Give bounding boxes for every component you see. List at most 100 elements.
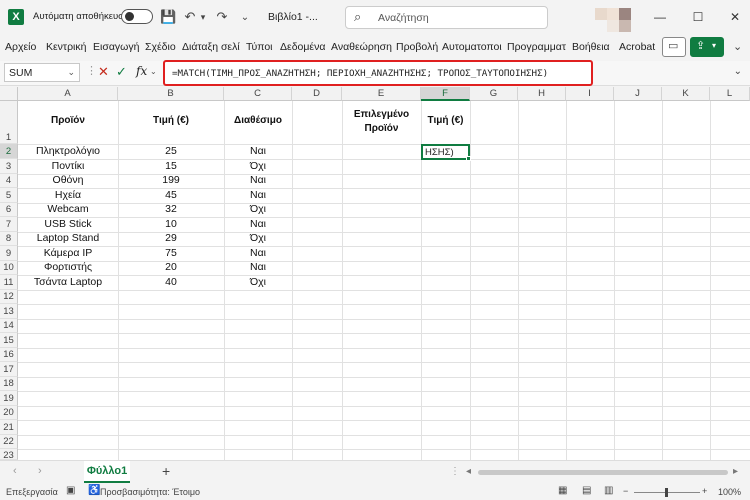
row-header[interactable]: 7 bbox=[0, 217, 18, 232]
redo-icon[interactable]: ↷ bbox=[214, 9, 230, 25]
row-header[interactable]: 9 bbox=[0, 246, 18, 261]
column-header-e[interactable]: E bbox=[342, 87, 421, 101]
column-header-i[interactable]: I bbox=[566, 87, 614, 101]
row-header[interactable]: 6 bbox=[0, 203, 18, 217]
tab-draw[interactable]: Σχέδιο bbox=[145, 41, 176, 53]
hscroll-left-icon[interactable]: ◂ bbox=[466, 466, 471, 477]
tab-view[interactable]: Προβολή bbox=[396, 41, 438, 53]
row-header[interactable]: 18 bbox=[0, 377, 18, 391]
cell-price[interactable]: 32 bbox=[118, 203, 224, 215]
cell-product[interactable]: Κάμερα IP bbox=[18, 247, 118, 259]
column-header-f[interactable]: F bbox=[421, 87, 470, 101]
row-header[interactable]: 12 bbox=[0, 290, 18, 304]
zoom-slider-thumb[interactable] bbox=[665, 488, 668, 497]
column-header-d[interactable]: D bbox=[292, 87, 342, 101]
more-sheets-icon[interactable]: ⋮ bbox=[450, 466, 460, 477]
cell-price[interactable]: 75 bbox=[118, 247, 224, 259]
column-header-j[interactable]: J bbox=[614, 87, 662, 101]
cell-price[interactable]: 20 bbox=[118, 261, 224, 273]
cell-price[interactable]: 199 bbox=[118, 174, 224, 186]
autosave-toggle[interactable] bbox=[121, 9, 153, 24]
undo-dropdown-icon[interactable]: ▾ bbox=[198, 12, 208, 23]
sheet-tab-active[interactable]: Φύλλο1 bbox=[84, 461, 130, 483]
header-price[interactable]: Τιμή (€) bbox=[118, 115, 224, 126]
cell-available[interactable]: Ναι bbox=[224, 174, 292, 186]
tab-acrobat[interactable]: Acrobat bbox=[619, 41, 655, 53]
formula-input[interactable]: =MATCH(ΤΙΜΗ_ΠΡΟΣ_ΑΝΑΖΗΤΗΣΗ; ΠΕΡΙΟΧΗ_ΑΝΑΖ… bbox=[163, 60, 593, 86]
cell-price[interactable]: 15 bbox=[118, 160, 224, 172]
row-header[interactable]: 20 bbox=[0, 406, 18, 420]
expand-formula-bar-icon[interactable]: ⌄ bbox=[734, 66, 742, 77]
column-header-h[interactable]: H bbox=[518, 87, 566, 101]
cell-available[interactable]: Όχι bbox=[224, 232, 292, 244]
row-header[interactable]: 11 bbox=[0, 275, 18, 290]
header-selected-product-line2[interactable]: Προϊόν bbox=[342, 123, 421, 134]
document-title[interactable]: Βιβλίο1 -... bbox=[268, 11, 318, 23]
row-header[interactable]: 23 bbox=[0, 449, 18, 460]
column-header-g[interactable]: G bbox=[470, 87, 518, 101]
tab-home[interactable]: Κεντρική bbox=[46, 41, 86, 53]
row-header[interactable]: 3 bbox=[0, 159, 18, 174]
page-break-view-icon[interactable]: ▥ bbox=[604, 485, 613, 496]
worksheet-grid[interactable]: A B C D E F G H I J K L 1 2 3 4 5 6 7 8 … bbox=[0, 87, 750, 460]
macro-record-icon[interactable]: ▣ bbox=[66, 485, 75, 496]
cell-product[interactable]: Τσάντα Laptop bbox=[18, 276, 118, 288]
accessibility-status[interactable]: Προσβασιμότητα: Έτοιμο bbox=[100, 487, 200, 497]
fill-handle[interactable] bbox=[466, 156, 471, 161]
scroll-left-icon[interactable]: ‹ bbox=[13, 465, 17, 477]
page-layout-view-icon[interactable]: ▤ bbox=[582, 485, 591, 496]
cell-price[interactable]: 45 bbox=[118, 189, 224, 201]
cell-price[interactable]: 29 bbox=[118, 232, 224, 244]
zoom-in-button[interactable]: + bbox=[702, 486, 707, 496]
column-header-a[interactable]: A bbox=[18, 87, 118, 101]
ribbon-collapse-icon[interactable]: ⌄ bbox=[733, 40, 742, 53]
cell-price[interactable]: 25 bbox=[118, 145, 224, 157]
row-header[interactable]: 8 bbox=[0, 232, 18, 246]
row-header[interactable]: 22 bbox=[0, 435, 18, 449]
cell-available[interactable]: Όχι bbox=[224, 203, 292, 215]
row-header[interactable]: 21 bbox=[0, 420, 18, 435]
cell-product[interactable]: Οθόνη bbox=[18, 174, 118, 186]
insert-function-icon[interactable]: fx bbox=[136, 64, 147, 78]
cell-available[interactable]: Ναι bbox=[224, 218, 292, 230]
cell-product[interactable]: USB Stick bbox=[18, 218, 118, 230]
column-header-c[interactable]: C bbox=[224, 87, 292, 101]
row-header[interactable]: 14 bbox=[0, 319, 18, 333]
cell-product[interactable]: Πληκτρολόγιο bbox=[18, 145, 118, 157]
save-icon[interactable]: 💾 bbox=[160, 9, 176, 25]
tab-file[interactable]: Αρχείο bbox=[5, 41, 36, 53]
tab-data[interactable]: Δεδομένα bbox=[280, 41, 325, 53]
cell-product[interactable]: Ποντίκι bbox=[18, 160, 118, 172]
row-header[interactable]: 13 bbox=[0, 304, 18, 319]
tab-help[interactable]: Βοήθεια bbox=[572, 41, 610, 53]
tab-automate[interactable]: Αυτοματοποι bbox=[442, 41, 502, 53]
cell-available[interactable]: Ναι bbox=[224, 189, 292, 201]
cell-available[interactable]: Ναι bbox=[224, 145, 292, 157]
select-all-corner[interactable] bbox=[0, 87, 18, 101]
cell-product[interactable]: Φορτιστής bbox=[18, 261, 118, 273]
zoom-out-button[interactable]: − bbox=[623, 486, 628, 496]
comments-button[interactable]: ▭ bbox=[662, 37, 686, 57]
row-header[interactable]: 4 bbox=[0, 174, 18, 188]
cell-price[interactable]: 10 bbox=[118, 218, 224, 230]
header-selected-product-line1[interactable]: Επιλεγμένο bbox=[342, 109, 421, 120]
column-header-k[interactable]: K bbox=[662, 87, 710, 101]
name-box[interactable]: SUM ⌄ bbox=[4, 63, 80, 82]
column-header-b[interactable]: B bbox=[118, 87, 224, 101]
cell-product[interactable]: Webcam bbox=[18, 203, 118, 215]
maximize-button[interactable]: ☐ bbox=[688, 8, 708, 26]
column-header-l[interactable]: L bbox=[710, 87, 750, 101]
cell-price[interactable]: 40 bbox=[118, 276, 224, 288]
row-header[interactable]: 19 bbox=[0, 391, 18, 406]
search-box[interactable]: ⌕ Αναζήτηση bbox=[345, 6, 548, 29]
customize-qat-icon[interactable]: ⌄ bbox=[238, 12, 252, 23]
header-product[interactable]: Προϊόν bbox=[18, 115, 118, 126]
header-available[interactable]: Διαθέσιμο bbox=[224, 115, 292, 126]
tab-formulas[interactable]: Τύποι bbox=[246, 41, 273, 53]
accessibility-icon[interactable]: ♿ bbox=[88, 485, 100, 496]
cell-available[interactable]: Όχι bbox=[224, 276, 292, 288]
zoom-level[interactable]: 100% bbox=[718, 487, 741, 497]
row-header[interactable]: 15 bbox=[0, 333, 18, 348]
row-header[interactable]: 2 bbox=[0, 144, 18, 159]
hscroll-right-icon[interactable]: ▸ bbox=[733, 466, 738, 477]
